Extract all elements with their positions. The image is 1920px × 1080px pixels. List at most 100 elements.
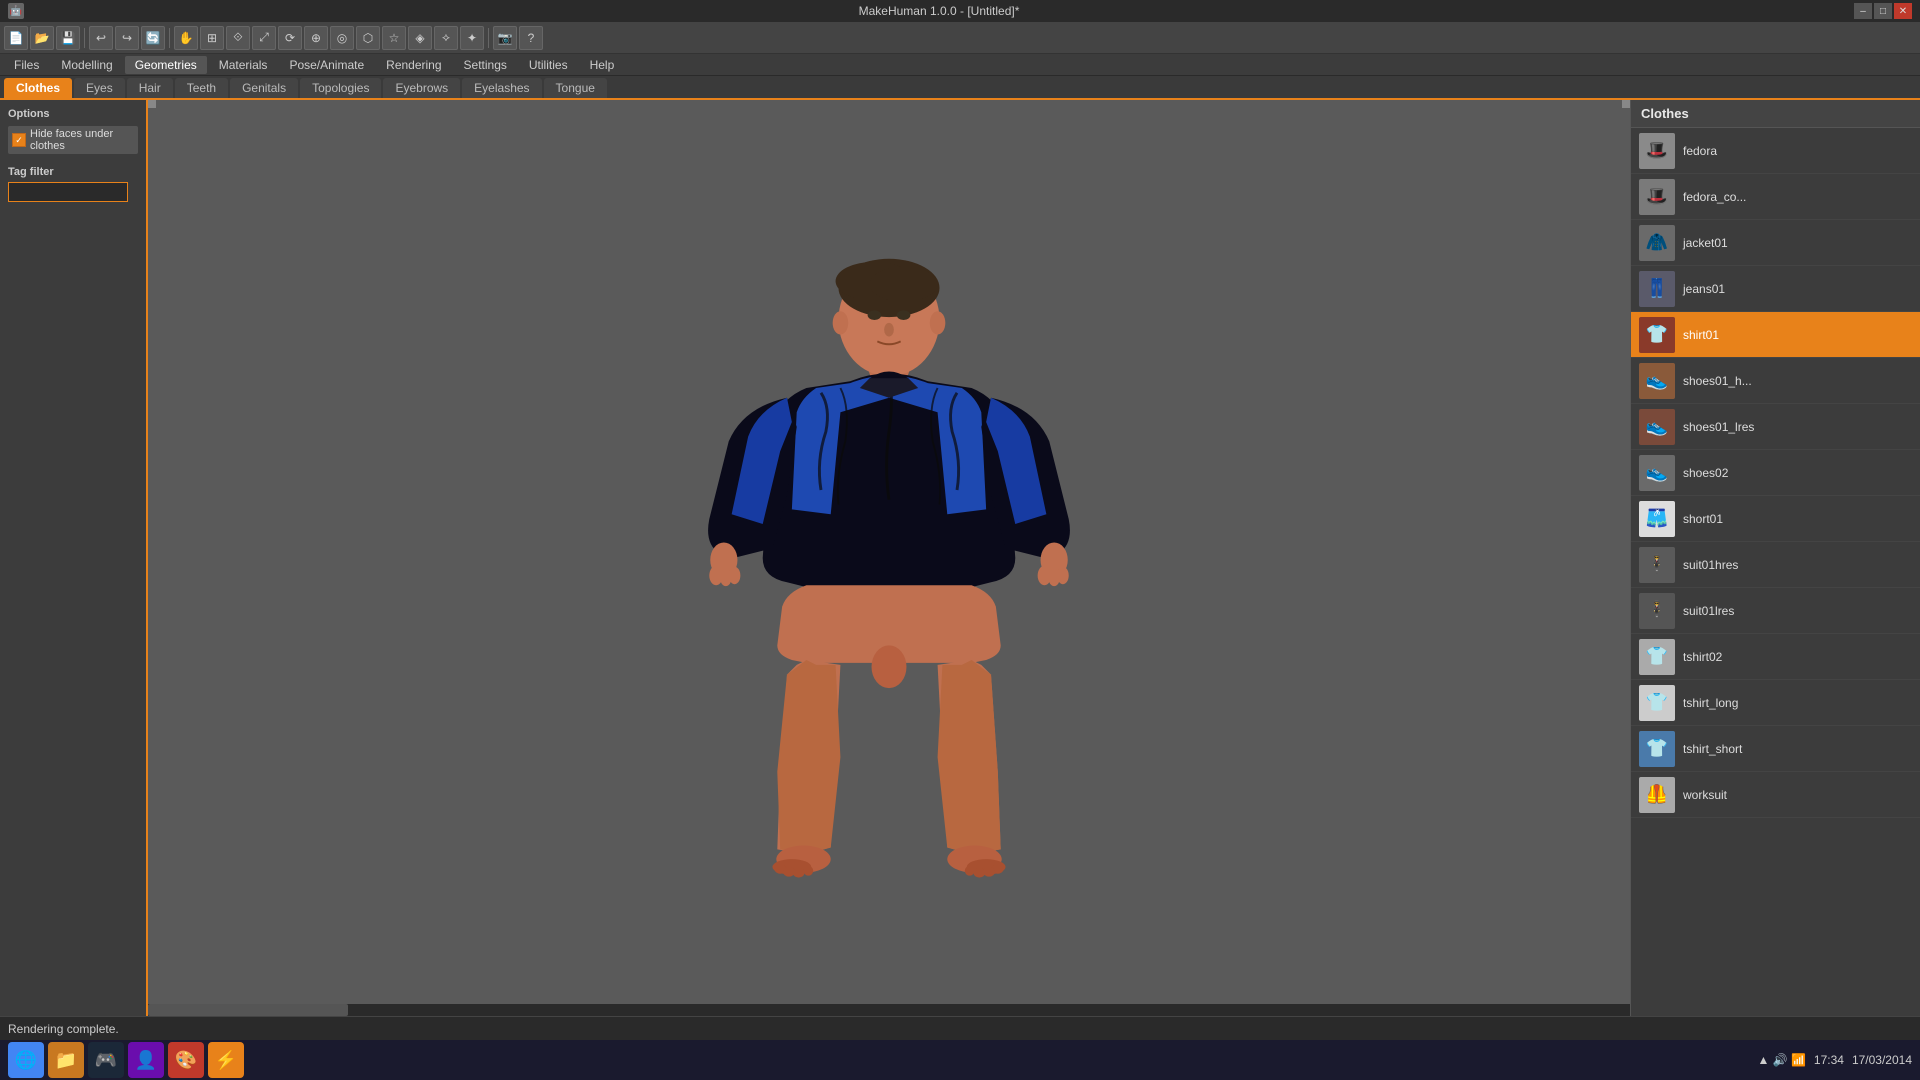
scrollbar-thumb[interactable] <box>148 1004 348 1016</box>
tabs-bar: Clothes Eyes Hair Teeth Genitals Topolog… <box>0 76 1920 100</box>
sym1-icon[interactable]: ⟐ <box>226 26 250 50</box>
clothes-name-shoes01_lres: shoes01_lres <box>1683 420 1754 434</box>
clothes-item-worksuit[interactable]: 🦺worksuit <box>1631 772 1920 818</box>
tab-teeth[interactable]: Teeth <box>175 78 228 98</box>
undo-icon[interactable]: ↩ <box>89 26 113 50</box>
tag-filter-label: Tag filter <box>8 166 138 178</box>
clothes-item-suit01hres[interactable]: 🕴suit01hres <box>1631 542 1920 588</box>
grab-icon[interactable]: ✋ <box>174 26 198 50</box>
clothes-name-short01: short01 <box>1683 512 1723 526</box>
tab-genitals[interactable]: Genitals <box>230 78 298 98</box>
left-panel: Options ✓ Hide faces under clothes Tag f… <box>0 100 148 1040</box>
toolbar-separator-2 <box>169 28 170 48</box>
close-button[interactable]: ✕ <box>1894 3 1912 19</box>
title-bar: 🤖 MakeHuman 1.0.0 - [Untitled]* – □ ✕ <box>0 0 1920 22</box>
menu-rendering[interactable]: Rendering <box>376 56 451 74</box>
clothes-item-short01[interactable]: 🩳short01 <box>1631 496 1920 542</box>
sym8-icon[interactable]: ◈ <box>408 26 432 50</box>
clothes-thumb-tshirt_short: 👕 <box>1639 731 1675 767</box>
grid-icon[interactable]: ⊞ <box>200 26 224 50</box>
status-bar: Rendering complete. <box>0 1016 1920 1040</box>
minimize-button[interactable]: – <box>1854 3 1872 19</box>
clothes-thumb-shoes01_h: 👟 <box>1639 363 1675 399</box>
clothes-item-shoes02[interactable]: 👟shoes02 <box>1631 450 1920 496</box>
3d-figure <box>629 218 1149 898</box>
viewport-corner-tl <box>148 100 156 108</box>
hide-faces-checkbox[interactable]: ✓ <box>12 133 26 147</box>
toolbar-separator-3 <box>488 28 489 48</box>
toolbar-separator-1 <box>84 28 85 48</box>
clothes-item-shirt01[interactable]: 👕shirt01 <box>1631 312 1920 358</box>
taskbar-files[interactable]: 📁 <box>48 1042 84 1078</box>
tab-tongue[interactable]: Tongue <box>544 78 607 98</box>
right-panel: Clothes 🎩fedora🎩fedora_co...🧥jacket01👖je… <box>1630 100 1920 1040</box>
taskbar-steam[interactable]: 🎮 <box>88 1042 124 1078</box>
menu-modelling[interactable]: Modelling <box>51 56 122 74</box>
figure-container <box>148 100 1630 1016</box>
camera-icon[interactable]: 📷 <box>493 26 517 50</box>
sym10-icon[interactable]: ✦ <box>460 26 484 50</box>
sym7-icon[interactable]: ☆ <box>382 26 406 50</box>
main-scrollbar[interactable] <box>148 1004 1630 1016</box>
options-section: Options ✓ Hide faces under clothes <box>8 108 138 154</box>
clothes-item-jacket01[interactable]: 🧥jacket01 <box>1631 220 1920 266</box>
menu-materials[interactable]: Materials <box>209 56 278 74</box>
taskbar-app2[interactable]: 🎨 <box>168 1042 204 1078</box>
clothes-item-shoes01_lres[interactable]: 👟 shoes01_lres <box>1631 404 1920 450</box>
sym5-icon[interactable]: ◎ <box>330 26 354 50</box>
system-tray-icons: ▲ 🔊 📶 <box>1757 1053 1805 1067</box>
clothes-item-shoes01_h[interactable]: 👟shoes01_h... <box>1631 358 1920 404</box>
clothes-name-shirt01: shirt01 <box>1683 328 1719 342</box>
save-icon[interactable]: 💾 <box>56 26 80 50</box>
clothes-name-fedora_co: fedora_co... <box>1683 190 1746 204</box>
clothes-item-tshirt_long[interactable]: 👕tshirt_long <box>1631 680 1920 726</box>
sym6-icon[interactable]: ⬡ <box>356 26 380 50</box>
hide-faces-checkbox-row[interactable]: ✓ Hide faces under clothes <box>8 126 138 154</box>
clothes-item-tshirt_short[interactable]: 👕tshirt_short <box>1631 726 1920 772</box>
toolbar: 📄 📂 💾 ↩ ↪ 🔄 ✋ ⊞ ⟐ ⤢ ⟳ ⊕ ◎ ⬡ ☆ ◈ ⟡ ✦ 📷 ? <box>0 22 1920 54</box>
clothes-name-tshirt02: tshirt02 <box>1683 650 1722 664</box>
clothes-thumb-shoes01_lres: 👟 <box>1639 409 1675 445</box>
maximize-button[interactable]: □ <box>1874 3 1892 19</box>
help-icon[interactable]: ? <box>519 26 543 50</box>
taskbar-app1[interactable]: 👤 <box>128 1042 164 1078</box>
clothes-thumb-tshirt02: 👕 <box>1639 639 1675 675</box>
redo-icon[interactable]: ↪ <box>115 26 139 50</box>
sym3-icon[interactable]: ⟳ <box>278 26 302 50</box>
clothes-thumb-jacket01: 🧥 <box>1639 225 1675 261</box>
open-icon[interactable]: 📂 <box>30 26 54 50</box>
sym2-icon[interactable]: ⤢ <box>252 26 276 50</box>
menu-geometries[interactable]: Geometries <box>125 56 207 74</box>
menu-pose-animate[interactable]: Pose/Animate <box>279 56 374 74</box>
clothes-item-tshirt02[interactable]: 👕 tshirt02 <box>1631 634 1920 680</box>
sym4-icon[interactable]: ⊕ <box>304 26 328 50</box>
clothes-item-jeans01[interactable]: 👖jeans01 <box>1631 266 1920 312</box>
clothes-thumb-shoes02: 👟 <box>1639 455 1675 491</box>
tab-topologies[interactable]: Topologies <box>300 78 381 98</box>
tab-eyes[interactable]: Eyes <box>74 78 125 98</box>
sym9-icon[interactable]: ⟡ <box>434 26 458 50</box>
taskbar-chrome[interactable]: 🌐 <box>8 1042 44 1078</box>
taskbar-app3[interactable]: ⚡ <box>208 1042 244 1078</box>
menu-utilities[interactable]: Utilities <box>519 56 578 74</box>
clothes-item-fedora_co[interactable]: 🎩 fedora_co... <box>1631 174 1920 220</box>
taskbar: 🌐 📁 🎮 👤 🎨 ⚡ ▲ 🔊 📶 17:34 17/03/2014 <box>0 1040 1920 1080</box>
tag-filter-section: Tag filter <box>8 166 138 202</box>
tag-filter-input[interactable] <box>8 182 128 202</box>
clothes-thumb-fedora: 🎩 <box>1639 133 1675 169</box>
new-icon[interactable]: 📄 <box>4 26 28 50</box>
tab-hair[interactable]: Hair <box>127 78 173 98</box>
tab-clothes[interactable]: Clothes <box>4 78 72 98</box>
status-text: Rendering complete. <box>8 1022 1912 1036</box>
clothes-item-fedora[interactable]: 🎩fedora <box>1631 128 1920 174</box>
hide-faces-label: Hide faces under clothes <box>30 128 134 152</box>
tab-eyelashes[interactable]: Eyelashes <box>462 78 541 98</box>
menu-files[interactable]: Files <box>4 56 49 74</box>
clothes-item-suit01lres[interactable]: 🕴suit01lres <box>1631 588 1920 634</box>
rotate-icon[interactable]: 🔄 <box>141 26 165 50</box>
menu-help[interactable]: Help <box>580 56 625 74</box>
menu-settings[interactable]: Settings <box>454 56 517 74</box>
tab-eyebrows[interactable]: Eyebrows <box>383 78 460 98</box>
clothes-thumb-fedora_co: 🎩 <box>1639 179 1675 215</box>
main-viewport[interactable] <box>148 100 1630 1016</box>
